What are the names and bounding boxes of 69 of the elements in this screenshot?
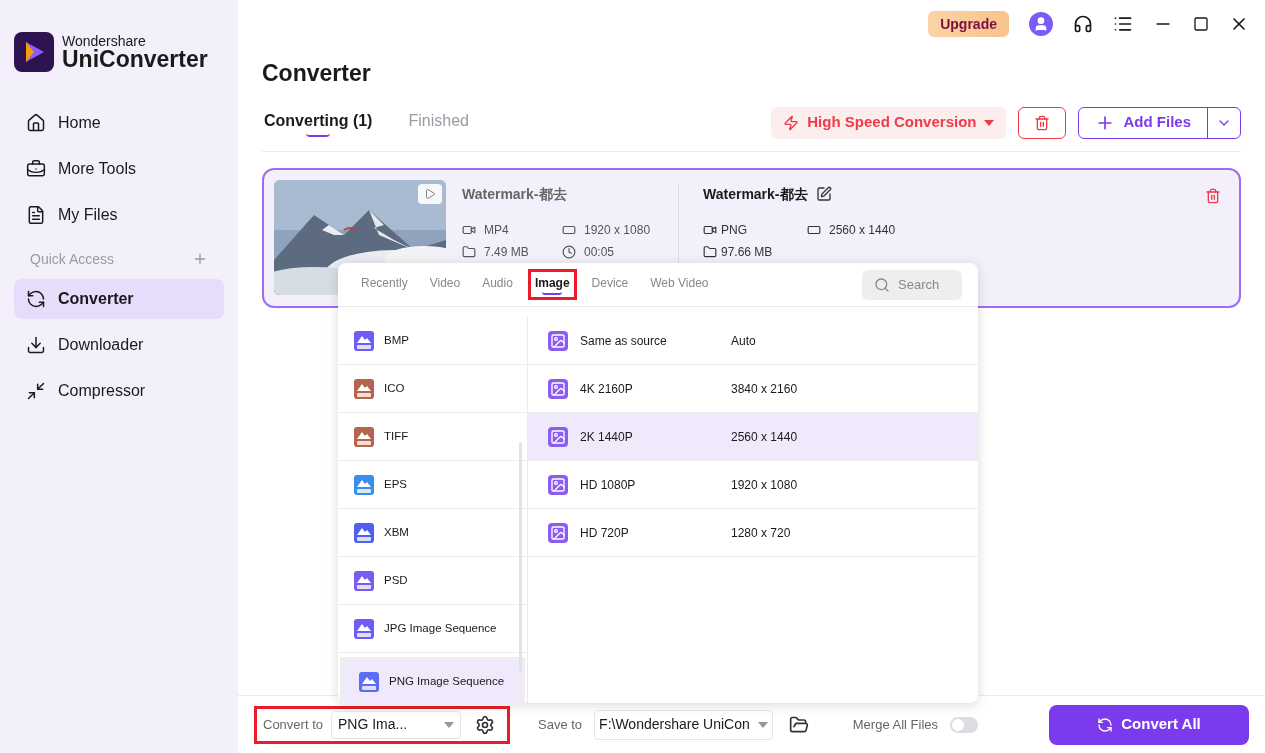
search-icon: [874, 276, 890, 293]
sidebar-item[interactable]: Converter: [14, 279, 224, 319]
edit-icon[interactable]: [815, 186, 832, 202]
target-file-name: Watermark-都去: [703, 184, 808, 204]
preset-row[interactable]: HD 720P 1280 x 720: [528, 509, 978, 557]
preset-row[interactable]: HD 1080P 1920 x 1080: [528, 461, 978, 509]
image-icon: [548, 426, 568, 447]
format-item[interactable]: PNG Image Sequence: [340, 657, 525, 705]
trash-icon[interactable]: [1205, 187, 1221, 204]
convert-to-label: Convert to: [263, 715, 323, 734]
support-icon[interactable]: [1073, 14, 1093, 34]
image-icon: [548, 378, 568, 399]
merge-toggle[interactable]: [950, 716, 979, 733]
sidebar-item[interactable]: More Tools: [14, 149, 224, 189]
folder-icon: [703, 244, 717, 259]
clock-icon: [562, 244, 576, 259]
format-item[interactable]: ICO: [338, 365, 527, 413]
preset-row[interactable]: 2K 1440P 2560 x 1440: [528, 413, 978, 461]
format-tab[interactable]: Video: [422, 269, 468, 300]
sidebar-item[interactable]: My Files: [14, 195, 224, 235]
sidebar-item[interactable]: Downloader: [14, 325, 224, 365]
format-tab[interactable]: Image: [527, 269, 577, 300]
save-path-dropdown[interactable]: F:\Wondershare UniCon: [594, 709, 773, 740]
target-resolution: 2560 x 1440: [829, 221, 896, 239]
folder-icon[interactable]: [788, 714, 809, 735]
format-tab[interactable]: Web Video: [643, 269, 716, 300]
brand-name: UniConverter: [62, 47, 208, 71]
image-icon: [548, 474, 568, 495]
convert-icon: [1097, 716, 1114, 733]
source-duration: 00:05: [584, 243, 615, 261]
section-header: Quick Access: [30, 249, 115, 269]
maximize-icon[interactable]: [1193, 16, 1209, 32]
sidebar-item[interactable]: Compressor: [14, 371, 224, 411]
page-title: Converter: [262, 59, 372, 88]
convert-all-button[interactable]: Convert All: [1049, 704, 1249, 745]
caret-icon: [444, 721, 454, 728]
delete-button[interactable]: [1018, 106, 1067, 139]
search-field[interactable]: Search: [862, 269, 962, 300]
format-tab[interactable]: Recently: [354, 269, 415, 300]
image-icon: [548, 330, 568, 351]
caret-icon: [984, 119, 995, 126]
save-to-label: Save to: [538, 715, 583, 734]
add-files-button[interactable]: Add Files: [1079, 107, 1208, 138]
settings-icon[interactable]: [475, 714, 495, 735]
merge-label: Merge All Files: [852, 715, 939, 734]
format-item[interactable]: TIFF: [338, 413, 527, 461]
format-dropdown[interactable]: PNG Ima...: [331, 710, 461, 739]
source-size: 7.49 MB: [484, 243, 529, 261]
play-icon[interactable]: [418, 183, 442, 204]
format-tab[interactable]: Audio: [475, 269, 520, 300]
trash-icon: [1034, 114, 1051, 131]
upgrade-button[interactable]: Upgrade: [928, 11, 1009, 37]
tab[interactable]: Converting (1): [264, 108, 373, 137]
image-icon: [548, 522, 568, 543]
source-resolution: 1920 x 1080: [584, 221, 651, 239]
app-logo: [14, 32, 54, 72]
format-tab[interactable]: Device: [584, 269, 636, 300]
folder-icon: [462, 244, 476, 259]
avatar-icon[interactable]: [1029, 12, 1053, 36]
lightning-icon: [783, 114, 800, 131]
preset-row[interactable]: Same as source Auto: [528, 317, 978, 365]
brand-vendor: Wondershare: [62, 33, 147, 48]
source-file-name: Watermark-都去: [462, 184, 568, 204]
source-format: MP4: [484, 221, 509, 239]
target-format: PNG: [721, 221, 747, 239]
sidebar-item[interactable]: Home: [14, 103, 224, 143]
caret-icon: [757, 721, 768, 728]
format-item[interactable]: BMP: [338, 317, 527, 365]
target-size: 97.66 MB: [721, 243, 773, 261]
